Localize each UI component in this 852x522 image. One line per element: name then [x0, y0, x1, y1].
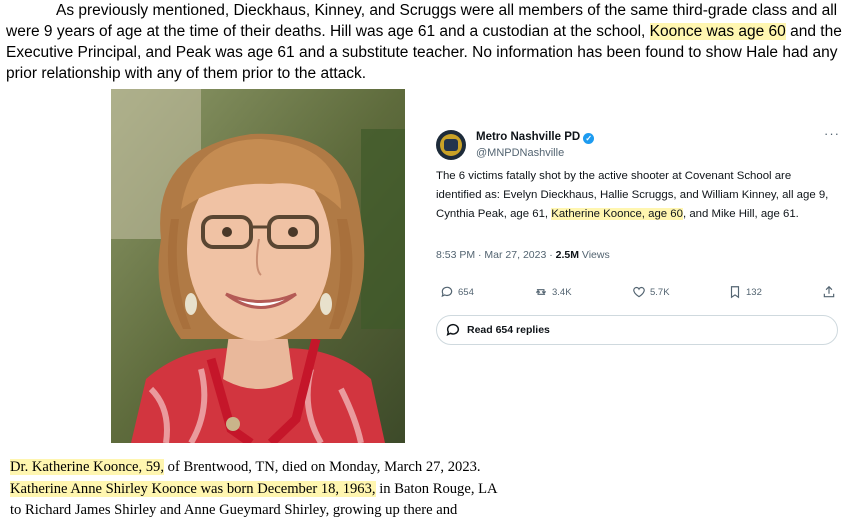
bookmark-button[interactable]: 132	[728, 285, 762, 299]
share-button[interactable]	[822, 285, 836, 299]
reply-bubble-icon	[446, 323, 460, 337]
paragraph-line-2: were 9 years of age at the time of their…	[6, 23, 842, 40]
repost-icon	[535, 289, 547, 295]
reply-icon	[441, 286, 453, 298]
repost-button[interactable]: 3.4K	[534, 285, 572, 299]
tweet-handle[interactable]: @MNPDNashville	[476, 147, 564, 159]
obituary-excerpt: Dr. Katherine Koonce, 59, of Brentwood, …	[10, 457, 530, 522]
obituary-line-2: Katherine Anne Shirley Koonce was born D…	[10, 480, 498, 497]
share-icon	[823, 285, 835, 298]
mnpd-badge-avatar[interactable]	[436, 130, 466, 160]
tweet-highlight: Katherine Koonce, age 60	[551, 208, 683, 220]
reply-button[interactable]: 654	[440, 285, 474, 299]
like-button[interactable]: 5.7K	[632, 285, 670, 299]
tweet-text: The 6 victims fatally shot by the active…	[436, 170, 829, 220]
views-count: 2.5M	[555, 249, 579, 261]
portrait-photo	[111, 89, 405, 443]
tweet-actions: 654 3.4K 5.7K 132	[440, 285, 840, 303]
heart-icon	[633, 286, 645, 298]
paragraph-line-1: As previously mentioned, Dieckhaus, Kinn…	[56, 2, 838, 19]
verified-badge-icon: ✓	[583, 133, 595, 144]
article-paragraph: As previously mentioned, Dieckhaus, Kinn…	[6, 0, 846, 84]
highlighted-age: Koonce was age 60	[649, 23, 786, 40]
more-options-icon[interactable]: ···	[824, 126, 840, 141]
tweet-timestamp[interactable]: 8:53 PM · Mar 27, 2023 ·	[436, 249, 556, 261]
tweet-meta: 8:53 PM · Mar 27, 2023 · 2.5M Views	[436, 249, 610, 261]
paragraph-line-3: Executive Principal, and Peak was age 61…	[6, 44, 838, 61]
tweet-author[interactable]: Metro Nashville PD ✓	[476, 131, 595, 144]
read-replies-button[interactable]: Read 654 replies	[436, 315, 838, 345]
bookmark-icon	[730, 286, 740, 299]
paragraph-line-4: prior relationship with any of them prio…	[6, 65, 367, 82]
portrait-illustration	[111, 89, 405, 443]
obituary-line-1: Dr. Katherine Koonce, 59, of Brentwood, …	[10, 459, 481, 475]
obituary-line-3: to Richard James Shirley and Anne Gueyma…	[10, 502, 458, 518]
